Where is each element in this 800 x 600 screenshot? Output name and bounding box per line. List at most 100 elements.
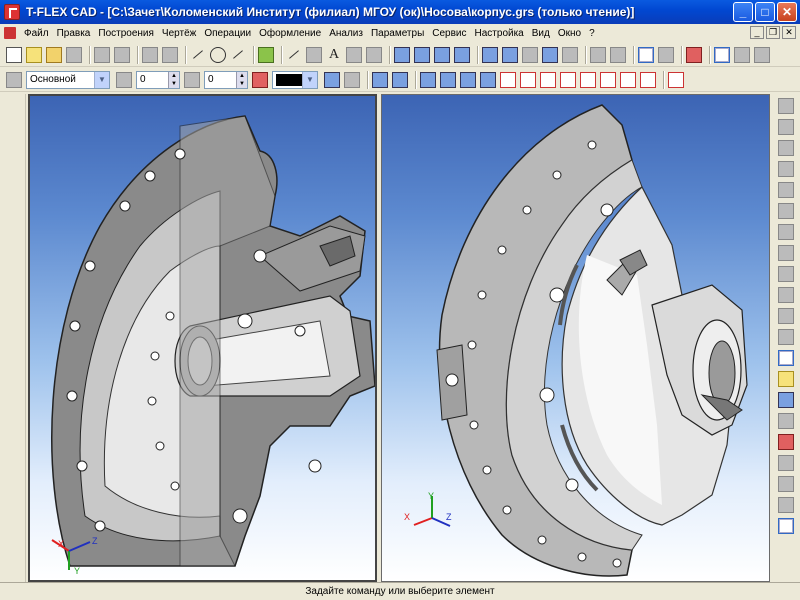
shading-icon[interactable] [778,434,794,450]
redraw-icon[interactable] [778,329,794,345]
document-icon[interactable] [4,27,16,39]
node-icon[interactable] [258,46,274,63]
select-axis-icon[interactable] [600,71,616,88]
menu-edit[interactable]: Правка [53,28,95,39]
tflex-app-icon[interactable] [4,4,20,20]
priority-spinner[interactable]: 0 ▲ ▼ [204,70,248,89]
roughness-icon[interactable] [346,46,362,63]
color-palette-icon[interactable] [252,71,268,88]
window-tile-icon[interactable] [754,46,770,63]
new-document-icon[interactable] [6,46,22,63]
layer-select[interactable]: Основной ▼ [26,70,110,89]
spin-arrows-icon[interactable]: ▲ ▼ [168,71,179,88]
zoom-fit-icon[interactable] [778,182,794,198]
select-body-icon[interactable] [500,71,516,88]
snap-settings-icon[interactable] [778,371,794,387]
window-single-icon[interactable] [714,46,730,63]
doc-minimize-button[interactable]: _ [750,26,764,39]
clip-icon[interactable] [590,46,606,63]
menu-settings[interactable]: Настройка [471,28,528,39]
menu-view[interactable]: Вид [528,28,554,39]
workplane-icon[interactable] [414,46,430,63]
section-icon[interactable] [778,413,794,429]
chevron-down-icon[interactable]: ▼ [302,71,317,88]
viewport-right-solid[interactable]: X Y Z [381,94,770,582]
hidden-lines-icon[interactable] [778,476,794,492]
select-operation-icon[interactable] [640,71,656,88]
select-vertex-icon[interactable] [580,71,596,88]
doc-restore-button[interactable]: ❐ [766,26,780,39]
doc-close-button[interactable]: ✕ [782,26,796,39]
redo-icon[interactable] [114,46,130,63]
menu-service[interactable]: Сервис [428,28,470,39]
snap-node-icon[interactable] [392,71,408,88]
profile-icon[interactable] [454,46,470,63]
loft-icon[interactable] [562,46,578,63]
minimize-button[interactable]: _ [733,2,753,22]
polyline-icon[interactable] [230,47,246,63]
select-filter-icon[interactable] [778,350,794,366]
chevron-down-icon[interactable]: ▼ [94,71,109,88]
extrude-icon[interactable] [482,46,498,63]
menu-help[interactable]: ? [585,28,599,39]
new-3d-icon[interactable] [26,46,42,63]
refresh-icon[interactable] [778,308,794,324]
color-select[interactable]: ▼ [272,70,318,89]
hatch-icon[interactable] [286,47,302,63]
zoom-window-icon[interactable] [778,140,794,156]
menu-window[interactable]: Окно [554,28,585,39]
snap-vertex-icon[interactable] [420,71,436,88]
shaded-edges-icon[interactable] [778,518,794,534]
tolerance-icon[interactable] [366,46,382,63]
snap-face-icon[interactable] [460,71,476,88]
grid-icon[interactable] [394,46,410,63]
view-3d-icon[interactable] [434,46,450,63]
split-horizontal-icon[interactable] [658,46,674,63]
text-icon[interactable]: A [326,47,342,63]
undo-icon[interactable] [94,46,110,63]
split-vertical-icon[interactable] [638,46,654,63]
zoom-realtime-icon[interactable] [778,245,794,261]
menu-file[interactable]: Файл [20,28,53,39]
menu-analysis[interactable]: Анализ [325,28,367,39]
zoom-in-icon[interactable] [778,203,794,219]
zoom-out-icon[interactable] [778,224,794,240]
pan-icon[interactable] [778,266,794,282]
snap-edge-icon[interactable] [440,71,456,88]
filter-icon[interactable] [324,71,340,88]
measure-icon[interactable] [610,46,626,63]
material-icon[interactable] [686,46,702,63]
level-icon[interactable] [116,71,132,88]
select-plane-icon[interactable] [620,71,636,88]
select-edge-icon[interactable] [540,71,556,88]
spin-arrows-icon[interactable]: ▲ ▼ [236,71,247,88]
menu-operations[interactable]: Операции [200,28,255,39]
cut-icon[interactable] [142,46,158,63]
properties-icon[interactable] [344,71,360,88]
check-disabled-icon[interactable] [778,119,794,135]
window-cascade-icon[interactable] [734,46,750,63]
zoom-extents-icon[interactable] [778,161,794,177]
select-all-icon[interactable] [668,71,684,88]
line-icon[interactable] [190,47,206,63]
wireframe-icon[interactable] [778,455,794,471]
menu-annotation[interactable]: Оформление [255,28,325,39]
close-button[interactable]: ✕ [777,2,797,22]
save-disabled-icon[interactable] [66,46,82,63]
circle-icon[interactable] [210,46,226,63]
orbit-icon[interactable] [778,287,794,303]
select-face-icon[interactable] [520,71,536,88]
select-loop-icon[interactable] [560,71,576,88]
edges-icon[interactable] [778,497,794,513]
title-bar[interactable]: T-FLEX CAD - [C:\Зачет\Коломенский Инсти… [0,0,800,24]
menu-construct[interactable]: Построения [94,28,158,39]
viewport-left-section[interactable]: X Y Z [28,94,377,582]
priority-icon[interactable] [184,71,200,88]
level-spinner[interactable]: 0 ▲ ▼ [136,70,180,89]
coordinate-icon[interactable] [778,392,794,408]
maximize-button[interactable]: □ [755,2,775,22]
menu-parameters[interactable]: Параметры [367,28,428,39]
snap-point-icon[interactable] [372,71,388,88]
snap-center-icon[interactable] [480,71,496,88]
copy-icon[interactable] [162,46,178,63]
